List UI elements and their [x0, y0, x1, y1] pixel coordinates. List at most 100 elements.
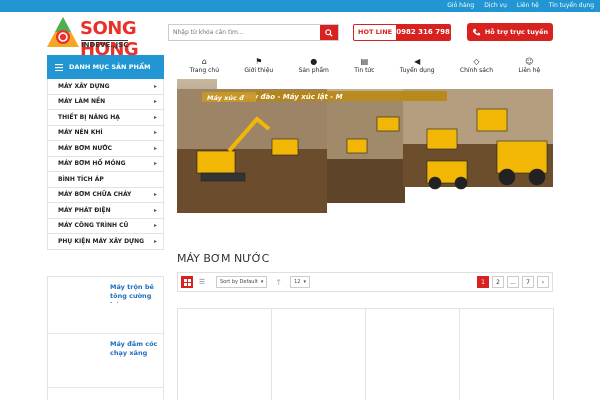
nav-contact[interactable]: ☺ Liên hệ: [518, 56, 540, 78]
category-title: DANH MỤC SẢN PHẨM: [69, 63, 151, 71]
category-label: MÁY NÉN KHÍ: [58, 129, 103, 137]
diamond-icon: ◇: [473, 57, 480, 66]
phone-icon: [472, 28, 480, 35]
category-item[interactable]: MÁY BƠM CHỮA CHÁY ▸: [47, 187, 164, 203]
chevron-right-icon: ▸: [153, 160, 157, 168]
category-label: MÁY LÀM NỀN: [58, 98, 106, 106]
per-page-select[interactable]: 12 ▾: [290, 276, 310, 288]
product-grid: [177, 308, 554, 400]
top-link-jobs[interactable]: Tin tuyển dụng: [549, 0, 594, 12]
main-nav: ⌂ Trang chủ ⚑ Giới thiệu ● Sản phẩm ▤ Tin tứ…: [177, 56, 553, 78]
search-bar: [168, 24, 339, 41]
product-card[interactable]: [177, 308, 272, 400]
sort-direction-button[interactable]: ↑: [275, 278, 282, 287]
logo-icon: [47, 17, 79, 47]
per-page-value: 12: [294, 279, 301, 285]
category-header[interactable]: DANH MỤC SẢN PHẨM: [47, 55, 164, 79]
hero-banner[interactable]: Máy đào - Máy xúc lật - M Máy xúc đ: [177, 79, 553, 213]
chevron-right-icon: ▸: [153, 237, 157, 245]
support-button[interactable]: Hỗ trợ trực tuyến: [467, 23, 553, 41]
nav-news[interactable]: ▤ Tin tức: [354, 56, 374, 78]
chevron-right-icon: ▸: [153, 98, 157, 106]
chevron-right-icon: ▸: [153, 129, 157, 137]
grid-view-button[interactable]: [181, 276, 193, 288]
category-list: MÁY XÂY DỰNG ▸ MÁY LÀM NỀN ▸ THIẾT BỊ NÂNG…: [47, 79, 164, 250]
nav-label: Chính sách: [459, 67, 493, 74]
list-icon: ☰: [198, 278, 206, 286]
nav-label: Liên hệ: [518, 67, 541, 74]
category-item[interactable]: BÌNH TÍCH ÁP: [47, 172, 164, 188]
megaphone-icon: ◀: [414, 57, 421, 66]
product-toolbar: ☰ Sort by Default ▾ ↑ 12 ▾ 1 2 ... 7 ›: [177, 272, 553, 292]
hotline-label: HOT LINE: [358, 28, 393, 36]
logo-brand: SONG HONG: [80, 18, 139, 60]
hotline-number: 0982 316 798: [396, 25, 450, 40]
sort-value: Sort by Default: [220, 279, 258, 285]
nav-products[interactable]: ● Sản phẩm: [299, 56, 329, 78]
next-page-button[interactable]: ›: [537, 276, 549, 288]
product-card[interactable]: [459, 308, 554, 400]
nav-about[interactable]: ⚑ Giới thiệu: [244, 56, 273, 78]
category-item[interactable]: PHỤ KIỆN MÁY XÂY DỰNG ▸: [47, 234, 164, 250]
category-label: THIẾT BỊ NÂNG HẠ: [58, 113, 120, 121]
chevron-right-icon: ▸: [153, 222, 157, 230]
page-button[interactable]: 2: [492, 276, 504, 288]
list-view-button[interactable]: ☰: [196, 276, 208, 288]
search-icon: [325, 28, 333, 37]
sort-select[interactable]: Sort by Default ▾: [216, 276, 268, 288]
divider: [48, 387, 163, 388]
top-bar: Giỏ hàng Dịch vụ Liên hệ Tin tuyển dụng: [0, 0, 600, 12]
support-label: Hỗ trợ trực tuyến: [484, 28, 549, 36]
chevron-right-icon: ▸: [153, 144, 157, 152]
logo-subtitle: INDEVE.,JSC: [81, 40, 129, 49]
nav-jobs[interactable]: ◀ Tuyển dụng: [400, 56, 435, 78]
nav-label: Tuyển dụng: [399, 67, 435, 74]
nav-label: Tin tức: [354, 67, 375, 74]
nav-home[interactable]: ⌂ Trang chủ: [190, 56, 219, 78]
side-product-link[interactable]: Máy trộn bê tông cường bức: [110, 283, 160, 303]
category-item[interactable]: MÁY CÔNG TRÌNH CŨ ▸: [47, 218, 164, 234]
site-logo[interactable]: SONG HONG INDEVE.,JSC: [46, 16, 162, 60]
category-item[interactable]: MÁY BƠM HỐ MÓNG ▸: [47, 156, 164, 172]
side-products: Máy trộn bê tông cường bức Máy đầm cóc c…: [47, 276, 164, 400]
chevron-right-icon: ▸: [153, 206, 157, 214]
category-item[interactable]: MÁY BƠM NƯỚC ▸: [47, 141, 164, 157]
category-item[interactable]: MÁY LÀM NỀN ▸: [47, 94, 164, 110]
nav-policy[interactable]: ◇ Chính sách: [460, 56, 493, 78]
search-input[interactable]: [169, 25, 320, 40]
product-card[interactable]: [271, 308, 366, 400]
category-label: MÁY CÔNG TRÌNH CŨ: [58, 222, 129, 230]
category-item[interactable]: THIẾT BỊ NÂNG HẠ ▸: [47, 110, 164, 126]
hotline-box[interactable]: HOT LINE 0982 316 798: [353, 24, 451, 41]
page-title: MÁY BƠM NƯỚC: [177, 252, 270, 265]
product-icon: ●: [310, 57, 318, 66]
nav-label: Trang chủ: [189, 67, 220, 74]
category-label: PHỤ KIỆN MÁY XÂY DỰNG: [58, 237, 145, 245]
top-link-contact[interactable]: Liên hệ: [517, 0, 539, 12]
search-button[interactable]: [320, 25, 338, 40]
chevron-down-icon: ▾: [260, 279, 264, 285]
banner-caption-2: Máy xúc đ: [207, 94, 245, 102]
chevron-right-icon: ▸: [153, 191, 157, 199]
chevron-right-icon: ▸: [153, 82, 157, 90]
chevron-down-icon: ▾: [303, 279, 306, 285]
page-ellipsis: ...: [507, 276, 519, 288]
category-label: MÁY PHÁT ĐIỆN: [58, 206, 111, 214]
nav-label: Giới thiệu: [244, 67, 274, 74]
grid-icon: [183, 278, 191, 286]
divider: [48, 333, 163, 334]
page-button[interactable]: 1: [477, 276, 489, 288]
product-card[interactable]: [365, 308, 460, 400]
category-item[interactable]: MÁY NÉN KHÍ ▸: [47, 125, 164, 141]
page-button[interactable]: 7: [522, 276, 534, 288]
category-item[interactable]: MÁY XÂY DỰNG ▸: [47, 79, 164, 95]
top-link-cart[interactable]: Giỏ hàng: [447, 0, 474, 12]
category-item[interactable]: MÁY PHÁT ĐIỆN ▸: [47, 203, 164, 219]
pagination: 1 2 ... 7 ›: [477, 276, 549, 288]
top-link-services[interactable]: Dịch vụ: [484, 0, 507, 12]
chevron-right-icon: ▸: [153, 113, 157, 121]
category-label: MÁY BƠM CHỮA CHÁY: [58, 191, 132, 199]
nav-label: Sản phẩm: [298, 67, 329, 74]
side-product-link[interactable]: Máy đầm cóc chạy xăng: [110, 340, 160, 360]
flag-icon: ⚑: [255, 57, 263, 66]
